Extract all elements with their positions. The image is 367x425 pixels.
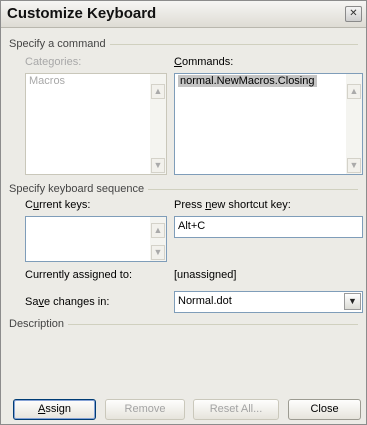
chevron-down-icon[interactable]: ▼: [344, 293, 361, 310]
save-changes-label: Save changes in:: [25, 296, 110, 308]
up-arrow-icon[interactable]: ▲: [347, 84, 361, 99]
save-value: Normal.dot: [178, 295, 232, 307]
close-icon: ✕: [349, 8, 358, 19]
customize-keyboard-dialog: Customize Keyboard ✕ Specify a command C…: [0, 0, 367, 425]
keyboard-sequence-group: Specify keyboard sequence: [9, 183, 358, 195]
up-arrow-icon[interactable]: ▲: [151, 84, 165, 99]
assign-button[interactable]: Assign: [13, 399, 96, 420]
specify-command-group: Specify a command: [9, 38, 358, 50]
assigned-label: Currently assigned to:: [25, 269, 132, 281]
commands-scrollbar[interactable]: ▲ ▼: [346, 74, 362, 174]
group-label: Description: [9, 318, 69, 330]
list-item[interactable]: Macros: [29, 75, 65, 87]
close-window-button[interactable]: ✕: [345, 6, 362, 22]
categories-scrollbar[interactable]: ▲ ▼: [150, 74, 166, 174]
description-text: [25, 333, 361, 387]
press-shortcut-label: Press new shortcut key:: [174, 199, 291, 211]
current-keys-list[interactable]: ▲ ▼: [25, 216, 167, 262]
close-button[interactable]: Close: [288, 399, 361, 420]
down-arrow-icon[interactable]: ▼: [151, 158, 165, 173]
dialog-title: Customize Keyboard: [7, 5, 157, 22]
commands-list[interactable]: normal.NewMacros.Closing ▲ ▼: [174, 73, 363, 175]
categories-label: Categories:: [25, 56, 82, 68]
shortcut-value: Alt+C: [178, 220, 206, 232]
up-arrow-icon[interactable]: ▲: [151, 223, 165, 238]
reset-all-button[interactable]: Reset All...: [193, 399, 279, 420]
down-arrow-icon[interactable]: ▼: [347, 158, 361, 173]
current-keys-scrollbar[interactable]: ▲ ▼: [150, 217, 166, 261]
description-group: Description: [9, 318, 358, 330]
save-in-combobox[interactable]: Normal.dot ▼: [174, 291, 363, 313]
title-bar[interactable]: Customize Keyboard ✕: [1, 1, 366, 28]
categories-list[interactable]: Macros ▲ ▼: [25, 73, 167, 175]
down-arrow-icon[interactable]: ▼: [151, 245, 165, 260]
commands-label: Commands:: [174, 56, 234, 68]
assigned-value: [unassigned]: [174, 269, 237, 281]
list-item[interactable]: normal.NewMacros.Closing: [178, 75, 317, 87]
group-label: Specify keyboard sequence: [9, 183, 149, 195]
group-label: Specify a command: [9, 38, 110, 50]
current-keys-label: Current keys:: [25, 199, 91, 211]
remove-button[interactable]: Remove: [105, 399, 185, 420]
shortcut-key-input[interactable]: Alt+C: [174, 216, 363, 238]
